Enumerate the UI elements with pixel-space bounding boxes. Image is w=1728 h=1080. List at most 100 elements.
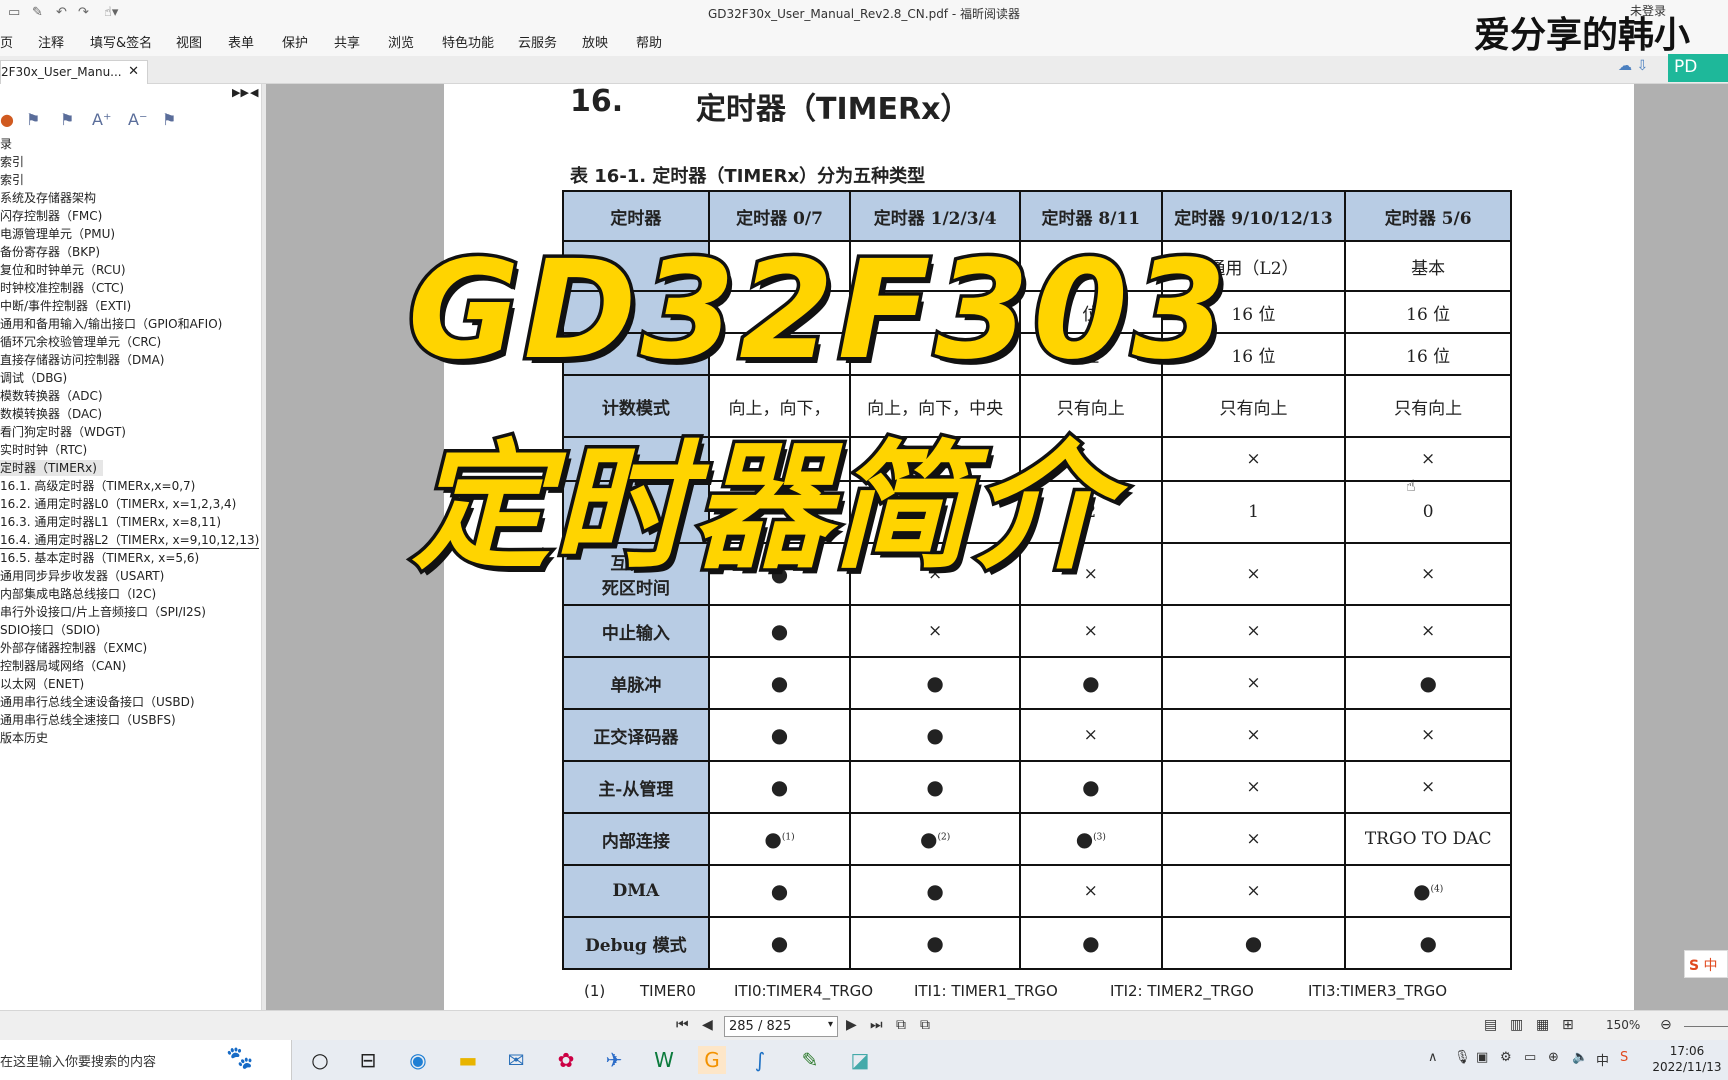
page-dropdown-icon[interactable]: ▾ xyxy=(828,1019,833,1030)
bookmark-tag-icon[interactable]: ⚑ xyxy=(162,110,176,129)
ime-indicator[interactable]: S 中 xyxy=(1684,950,1728,978)
zoom-slider[interactable] xyxy=(1684,1026,1728,1027)
first-page-icon[interactable]: ⏮ xyxy=(676,1017,689,1033)
zoom-level[interactable]: 150% xyxy=(1606,1018,1640,1032)
bookmark-item[interactable]: 内部集成电路总线接口（I2C) xyxy=(0,586,156,602)
menu-item[interactable]: 帮助 xyxy=(636,32,662,51)
font-decrease-icon[interactable]: A⁻ xyxy=(128,110,147,129)
bookmark-add-child-icon[interactable]: ⚑ xyxy=(60,110,74,129)
continuous-view-icon[interactable]: ▥ xyxy=(1510,1017,1523,1033)
tool-app-icon[interactable]: ◪ xyxy=(846,1046,874,1074)
bookmark-item[interactable]: 16.1. 高级定时器（TIMERx,x=0,7) xyxy=(0,478,195,494)
facing-view-icon[interactable]: ▦ xyxy=(1536,1017,1549,1033)
bookmark-item[interactable]: 通用和备用输入/输出接口（GPIO和AFIO) xyxy=(0,316,222,332)
bookmark-item[interactable]: 备份寄存器（BKP) xyxy=(0,244,100,260)
bookmark-item[interactable]: 直接存储器访问控制器（DMA) xyxy=(0,352,165,368)
mic-icon[interactable]: 🎙 xyxy=(1454,1050,1471,1065)
split-view-icon[interactable]: ⊞ xyxy=(1562,1017,1574,1033)
bookmark-item[interactable]: 外部存储器控制器（EXMC) xyxy=(0,640,147,656)
bookmark-item[interactable]: 定时器（TIMERx) xyxy=(0,460,103,476)
bookmark-delete-icon[interactable]: ● xyxy=(0,110,14,129)
bookmark-item[interactable]: 电源管理单元（PMU) xyxy=(0,226,115,242)
next-page-icon[interactable]: ▶ xyxy=(846,1017,857,1033)
task-view-icon[interactable]: ⊟ xyxy=(354,1046,382,1074)
menu-item[interactable]: 填写&签名 xyxy=(90,32,152,51)
feishu-icon[interactable]: ✈ xyxy=(600,1046,628,1074)
bookmark-item[interactable]: 通用串行总线全速设备接口（USBD) xyxy=(0,694,195,710)
clock-time: 17:06 xyxy=(1669,1044,1705,1058)
menu-item[interactable]: 浏览 xyxy=(388,32,414,51)
bookmark-item[interactable]: 16.2. 通用定时器L0（TIMERx, x=1,2,3,4) xyxy=(0,496,236,512)
taskbar-clock[interactable]: 17:06 2022/11/13 xyxy=(1652,1043,1722,1075)
bookmark-item[interactable]: 系统及存储器架构 xyxy=(0,190,96,206)
zoom-out-icon[interactable]: ⊖ xyxy=(1660,1017,1672,1033)
copy-page-icon[interactable]: ⧉ xyxy=(896,1017,906,1033)
battery-icon[interactable]: ▭ xyxy=(1524,1050,1536,1065)
expand-panel-icon[interactable]: ▶▶ xyxy=(232,86,249,99)
bookmark-item[interactable]: 循环冗余校验管理单元（CRC) xyxy=(0,334,161,350)
login-status[interactable]: 未登录 xyxy=(1630,2,1666,19)
bookmark-item[interactable]: 16.5. 基本定时器（TIMERx, x=5,6) xyxy=(0,550,199,566)
bookmark-item[interactable]: 中断/事件控制器（EXTI) xyxy=(0,298,131,314)
bookmark-item[interactable]: 通用串行总线全速接口（USBFS) xyxy=(0,712,176,728)
bookmark-item[interactable]: 控制器局域网络（CAN) xyxy=(0,658,126,674)
volume-icon[interactable]: 🔈 xyxy=(1572,1050,1588,1065)
bookmark-item[interactable]: 16.4. 通用定时器L2（TIMERx, x=9,10,12,13) xyxy=(0,532,260,549)
last-page-icon[interactable]: ⏭ xyxy=(870,1017,883,1033)
network-tool-icon[interactable]: ✿ xyxy=(552,1046,580,1074)
bookmark-item[interactable]: 时钟校准控制器（CTC) xyxy=(0,280,124,296)
ime-tray-icon[interactable]: 中 xyxy=(1596,1050,1609,1069)
pdf-editor-button[interactable]: PD xyxy=(1668,54,1728,82)
bookmark-item[interactable]: 16.3. 通用定时器L1（TIMERx, x=8,11) xyxy=(0,514,221,530)
bookmark-item[interactable]: 模数转换器（ADC) xyxy=(0,388,103,404)
network-icon[interactable]: ⊕ xyxy=(1548,1050,1559,1065)
bookmark-item[interactable]: 索引 xyxy=(0,172,24,188)
bookmark-item[interactable]: 数模转换器（DAC) xyxy=(0,406,102,422)
taskbar-search-box[interactable]: 在这里输入你要搜索的内容 🐾 xyxy=(0,1040,292,1080)
menu-item[interactable]: 云服务 xyxy=(518,32,557,51)
tray-expand-icon[interactable]: ∧ xyxy=(1428,1050,1438,1065)
menu-item[interactable]: 页 xyxy=(0,32,13,51)
document-tab[interactable]: 2F30x_User_Manu... ✕ xyxy=(0,60,148,84)
bookmark-item[interactable]: 实时时钟（RTC) xyxy=(0,442,87,458)
menu-item[interactable]: 表单 xyxy=(228,32,254,51)
bookmark-item[interactable]: 以太网（ENET) xyxy=(0,676,84,692)
table-cell: ● xyxy=(849,916,1021,970)
menu-item[interactable]: 特色功能 xyxy=(442,32,494,51)
bookmark-item[interactable]: 复位和时钟单元（RCU) xyxy=(0,262,126,278)
bookmark-item[interactable]: 调试（DBG) xyxy=(0,370,67,386)
notepad-icon[interactable]: ✎ xyxy=(796,1046,824,1074)
file-explorer-icon[interactable]: ▬ xyxy=(454,1046,482,1074)
cloud-sync-icon[interactable]: ☁ ⇩ xyxy=(1618,58,1648,74)
bookmark-item[interactable]: 闪存控制器（FMC) xyxy=(0,208,102,224)
cortana-icon[interactable]: ○ xyxy=(306,1046,334,1074)
bookmark-item[interactable]: 版本历史 xyxy=(0,730,48,746)
bookmark-item[interactable]: 串行外设接口/片上音频接口（SPI/I2S) xyxy=(0,604,206,620)
bookmark-item[interactable]: 通用同步异步收发器（USART) xyxy=(0,568,164,584)
mail-icon[interactable]: ✉ xyxy=(502,1046,530,1074)
menu-item[interactable]: 保护 xyxy=(282,32,308,51)
bookmark-item[interactable]: 录 xyxy=(0,136,12,152)
single-page-view-icon[interactable]: ▤ xyxy=(1484,1017,1497,1033)
font-increase-icon[interactable]: A⁺ xyxy=(92,110,111,129)
device-icon[interactable]: ▣ xyxy=(1476,1050,1488,1065)
menu-item[interactable]: 视图 xyxy=(176,32,202,51)
bookmark-add-icon[interactable]: ⚑ xyxy=(26,110,40,129)
collapse-panel-icon[interactable]: ◀ xyxy=(250,86,258,99)
wps-icon[interactable]: W xyxy=(650,1046,678,1074)
foxit-reader-icon[interactable]: G xyxy=(698,1046,726,1074)
bookmark-item[interactable]: SDIO接口（SDIO) xyxy=(0,622,100,638)
menu-item[interactable]: 放映 xyxy=(582,32,608,51)
menu-item[interactable]: 注释 xyxy=(38,32,64,51)
bookmark-item[interactable]: 索引 xyxy=(0,154,24,170)
page-number-input[interactable]: 285 / 825 ▾ xyxy=(724,1016,838,1037)
paste-page-icon[interactable]: ⧉ xyxy=(920,1017,930,1033)
bookmark-item[interactable]: 看门狗定时器（WDGT) xyxy=(0,424,126,440)
settings-icon[interactable]: ⚙ xyxy=(1500,1050,1512,1065)
menu-item[interactable]: 共享 xyxy=(334,32,360,51)
close-tab-icon[interactable]: ✕ xyxy=(128,64,139,79)
sogou-tray-icon[interactable]: S xyxy=(1620,1050,1628,1065)
vscode-icon[interactable]: ∫ xyxy=(746,1046,774,1074)
prev-page-icon[interactable]: ◀ xyxy=(702,1017,713,1033)
edge-icon[interactable]: ◉ xyxy=(404,1046,432,1074)
